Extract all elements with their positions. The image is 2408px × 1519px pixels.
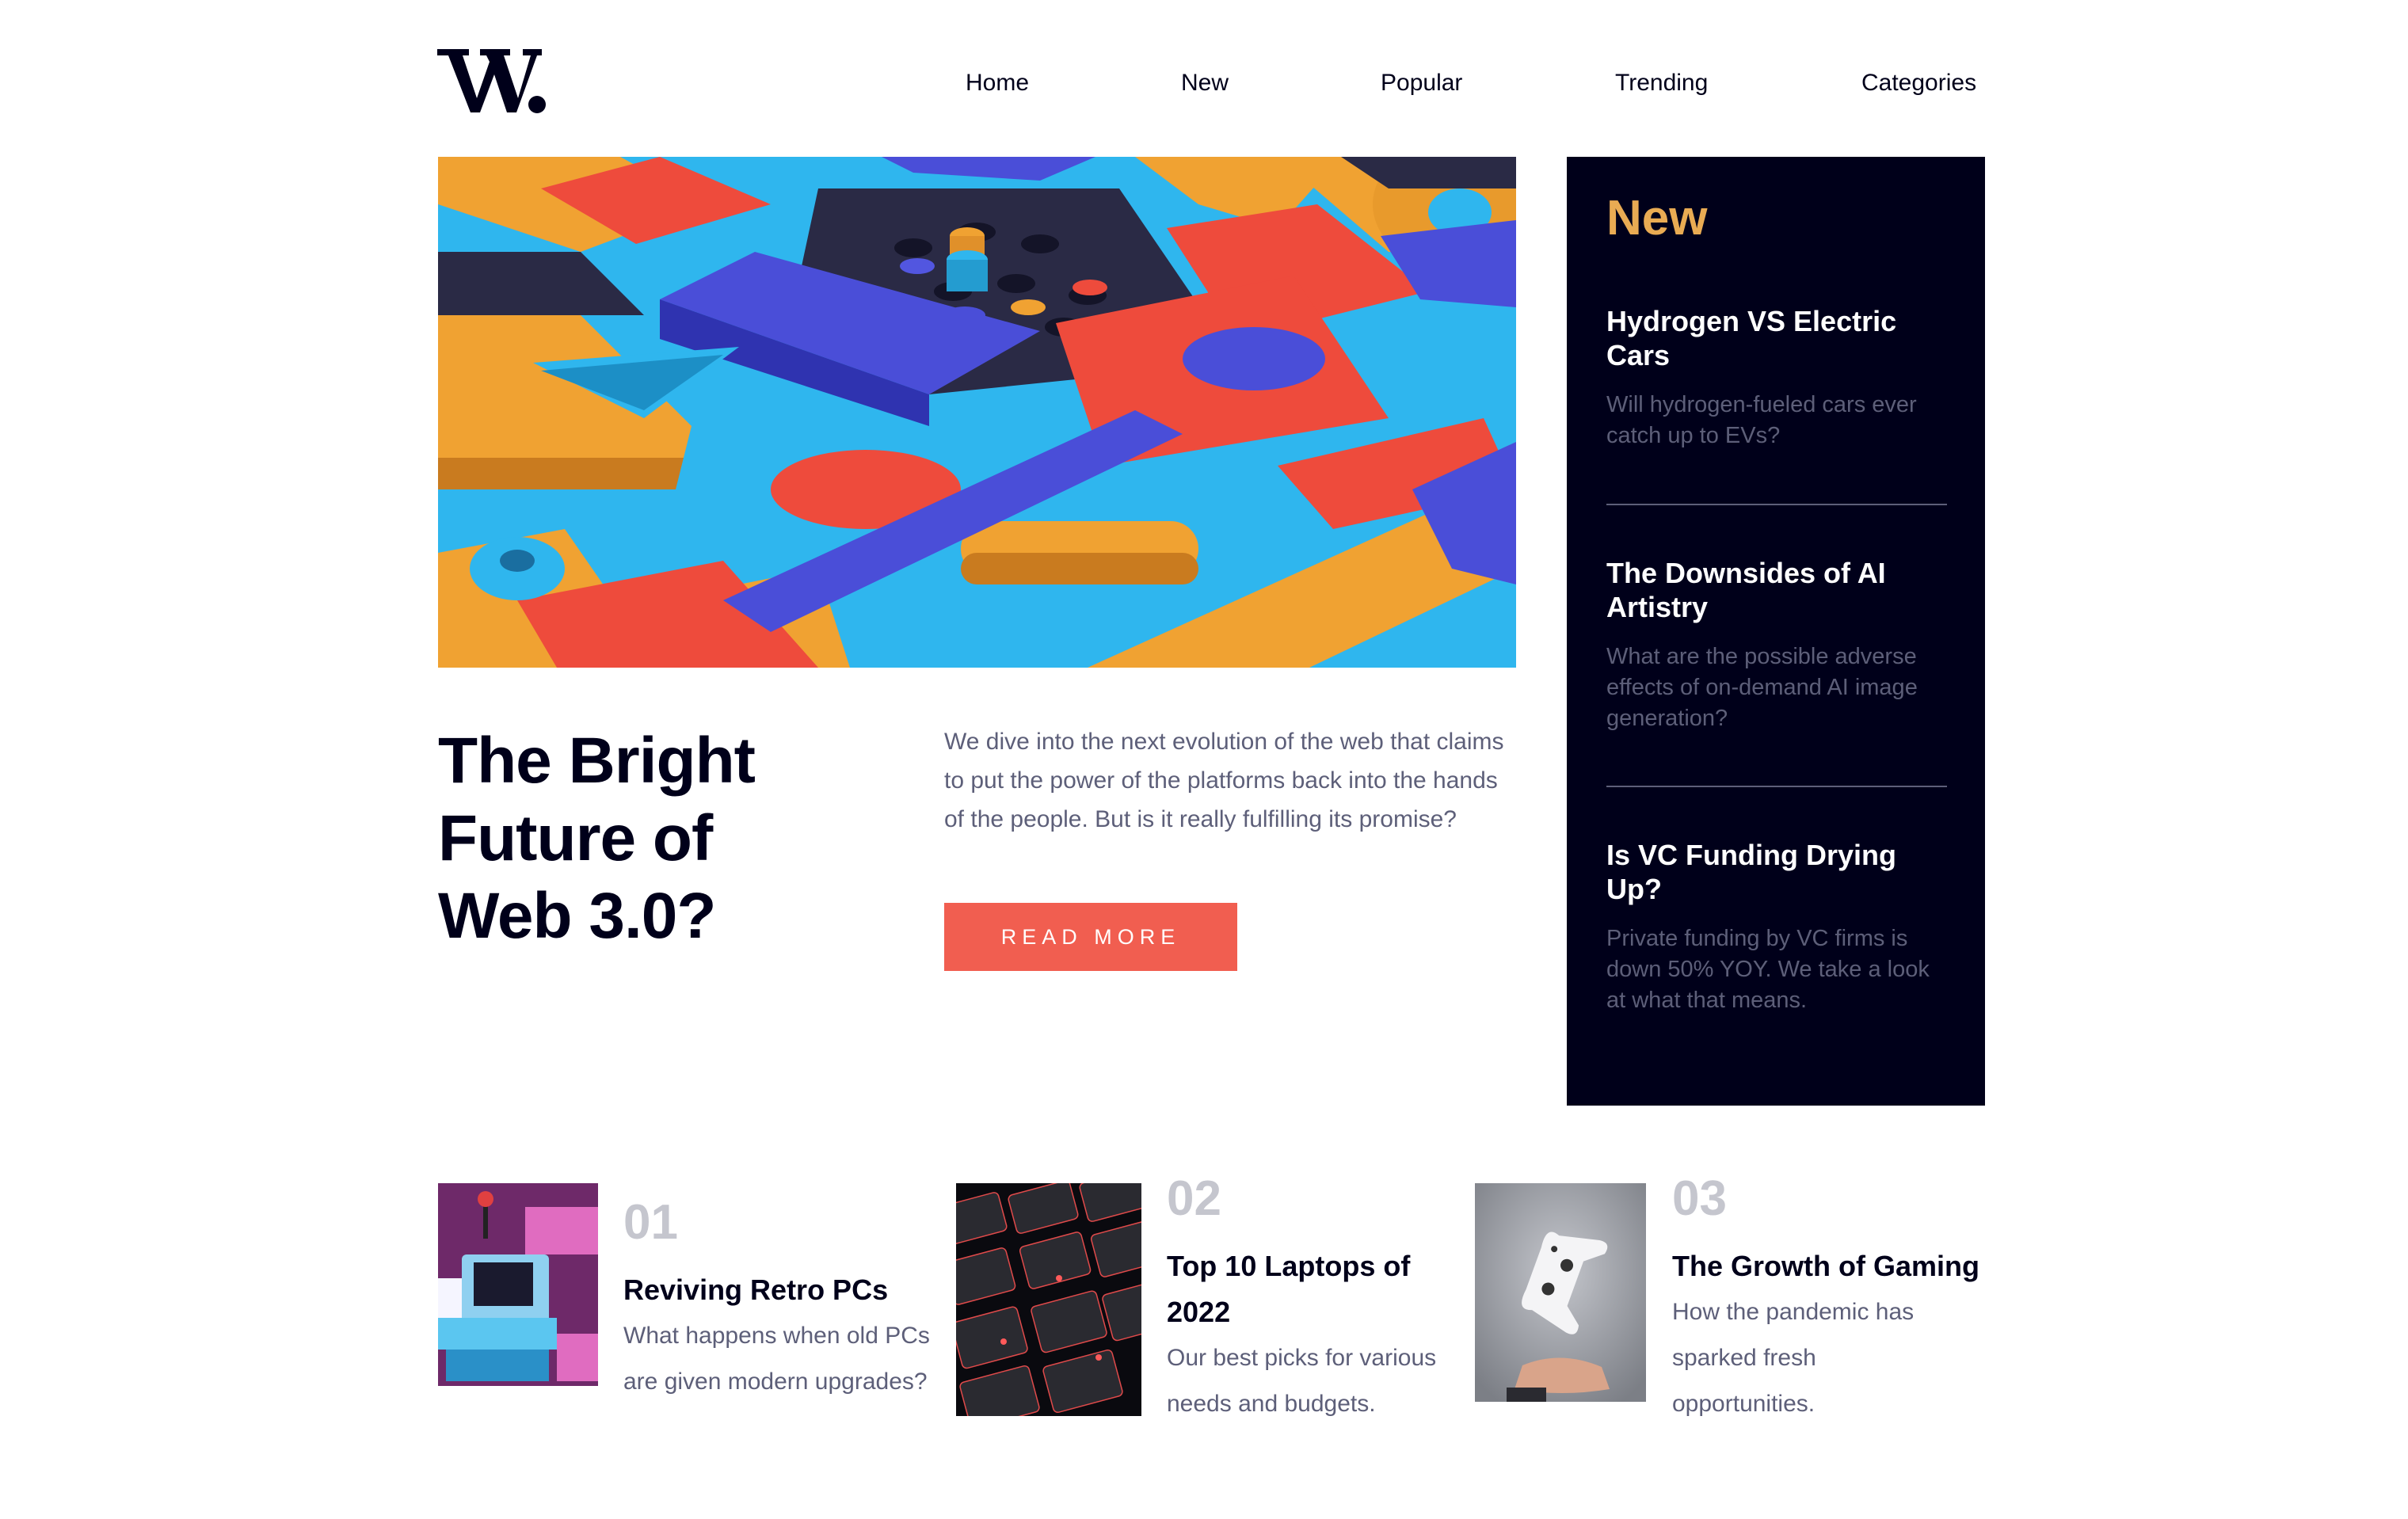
nav-trending[interactable]: Trending	[1615, 70, 1708, 97]
logo[interactable]	[437, 44, 548, 116]
hero-description: We dive into the next evolution of the w…	[944, 729, 1504, 832]
card-description: Our best picks for various needs and bud…	[1167, 1345, 1437, 1417]
card-description: How the pandemic has sparked fresh oppor…	[1672, 1299, 1915, 1417]
read-more-button[interactable]: READ MORE	[944, 903, 1237, 971]
new-sidebar: New Hydrogen VS Electric Cars Will hydro…	[1567, 157, 1985, 1106]
nav-popular[interactable]: Popular	[1381, 70, 1462, 97]
card-number: 02	[1167, 1171, 1221, 1226]
page: Home New Popular Trending Categories The…	[0, 0, 2408, 1519]
sidebar-item-description: What are the possible adverse effects of…	[1606, 644, 1918, 731]
sidebar-divider	[1606, 504, 1947, 505]
card-title[interactable]: The Growth of Gaming	[1672, 1243, 2005, 1289]
card-thumbnail-gaming[interactable]	[1475, 1183, 1646, 1402]
sidebar-item-title[interactable]: Is VC Funding Drying Up?	[1606, 838, 1947, 906]
nav-home[interactable]: Home	[966, 70, 1029, 97]
sidebar-item-title[interactable]: The Downsides of AI Artistry	[1606, 556, 1947, 624]
card-number: 01	[623, 1195, 678, 1250]
card-title[interactable]: Top 10 Laptops of 2022	[1167, 1243, 1468, 1335]
card-description: What happens when old PCs are given mode…	[623, 1323, 930, 1395]
sidebar-divider	[1606, 786, 1947, 787]
card-thumbnail-laptops[interactable]	[956, 1183, 1141, 1416]
card-number: 03	[1672, 1171, 1727, 1226]
card-title[interactable]: Reviving Retro PCs	[623, 1267, 972, 1313]
sidebar-item[interactable]: Is VC Funding Drying Up? Private funding…	[1606, 838, 1947, 1016]
nav-categories[interactable]: Categories	[1861, 70, 1976, 97]
card-thumbnail-retro-pcs[interactable]	[438, 1183, 598, 1386]
nav-new[interactable]: New	[1181, 70, 1229, 97]
hero-title: The Bright Future of Web 3.0?	[438, 725, 756, 952]
sidebar-item-description: Private funding by VC firms is down 50% …	[1606, 926, 1930, 1013]
sidebar-item[interactable]: The Downsides of AI Artistry What are th…	[1606, 556, 1947, 734]
sidebar-heading: New	[1606, 191, 1708, 246]
sidebar-item[interactable]: Hydrogen VS Electric Cars Will hydrogen-…	[1606, 304, 1947, 451]
hero-image	[438, 157, 1516, 668]
sidebar-item-description: Will hydrogen-fueled cars ever catch up …	[1606, 392, 1917, 448]
sidebar-item-title[interactable]: Hydrogen VS Electric Cars	[1606, 304, 1947, 372]
